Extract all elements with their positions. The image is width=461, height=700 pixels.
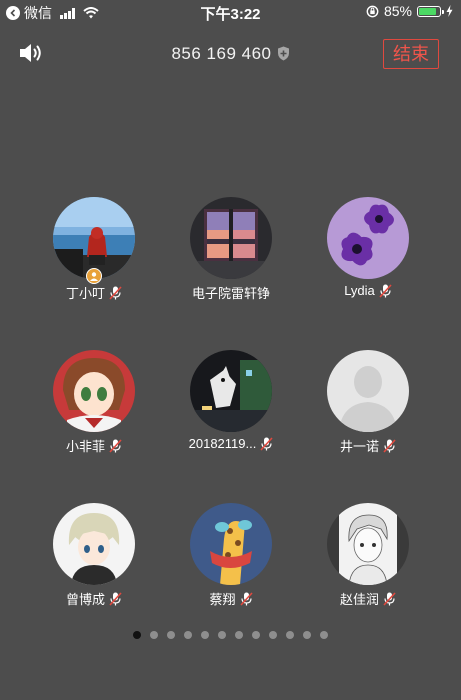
participant-label: 20182119... <box>189 436 274 451</box>
mic-muted-icon <box>109 591 122 606</box>
avatar <box>53 197 135 279</box>
page-dot[interactable] <box>286 631 294 639</box>
page-dot[interactable] <box>320 631 328 639</box>
mic-muted-icon <box>379 283 392 298</box>
participant-name: 赵佳润 <box>339 592 379 607</box>
host-badge-icon <box>86 268 102 284</box>
participant-tile[interactable]: 丁小叮 <box>24 197 164 302</box>
mic-muted-icon <box>109 285 122 300</box>
mic-muted-icon <box>109 438 122 453</box>
avatar <box>190 197 272 279</box>
participant-name: 蔡翔 <box>209 592 236 607</box>
participant-label: 曾博成 <box>66 589 122 608</box>
avatar <box>327 350 409 432</box>
avatar <box>53 503 135 585</box>
participant-label: 丁小叮 <box>66 283 122 302</box>
participant-tile[interactable]: 蔡翔 <box>161 503 301 608</box>
participant-tile[interactable]: Lydia <box>298 197 438 298</box>
participant-name: 20182119... <box>188 436 257 451</box>
page-indicator[interactable] <box>0 631 461 639</box>
avatar <box>327 197 409 279</box>
participant-label: 电子院雷轩铮 <box>192 283 270 302</box>
page-dot[interactable] <box>150 631 158 639</box>
page-dot[interactable] <box>184 631 192 639</box>
avatar <box>190 350 272 432</box>
participant-name: 丁小叮 <box>65 286 105 301</box>
participant-tile[interactable]: 曾博成 <box>24 503 164 608</box>
participant-tile[interactable]: 赵佳润 <box>298 503 438 608</box>
mic-muted-icon <box>260 436 273 451</box>
participant-grid: 丁小叮 电子院雷轩铮 Lydia 小非菲 20182119... 井一诺 曾博成… <box>0 0 461 700</box>
participant-name: 井一诺 <box>339 439 379 454</box>
avatar <box>53 350 135 432</box>
participant-name: Lydia <box>344 283 375 298</box>
mic-muted-icon <box>383 591 396 606</box>
avatar <box>327 503 409 585</box>
page-dot[interactable] <box>167 631 175 639</box>
page-dot[interactable] <box>303 631 311 639</box>
participant-label: 井一诺 <box>340 436 396 455</box>
participant-name: 曾博成 <box>65 592 105 607</box>
participant-label: 小非菲 <box>66 436 122 455</box>
page-dot[interactable] <box>235 631 243 639</box>
participant-tile[interactable]: 电子院雷轩铮 <box>161 197 301 302</box>
page-dot[interactable] <box>218 631 226 639</box>
participant-name: 小非菲 <box>65 439 105 454</box>
participant-label: 赵佳润 <box>340 589 396 608</box>
participant-tile[interactable]: 井一诺 <box>298 350 438 455</box>
participant-tile[interactable]: 小非菲 <box>24 350 164 455</box>
participant-label: 蔡翔 <box>209 589 253 608</box>
participant-label: Lydia <box>344 283 392 298</box>
avatar <box>190 503 272 585</box>
mic-muted-icon <box>239 591 253 606</box>
page-dot[interactable] <box>201 631 209 639</box>
page-dot[interactable] <box>269 631 277 639</box>
page-dot[interactable] <box>133 631 141 639</box>
mic-muted-icon <box>383 438 396 453</box>
participant-name: 电子院雷轩铮 <box>191 286 270 301</box>
page-dot[interactable] <box>252 631 260 639</box>
participant-tile[interactable]: 20182119... <box>161 350 301 451</box>
